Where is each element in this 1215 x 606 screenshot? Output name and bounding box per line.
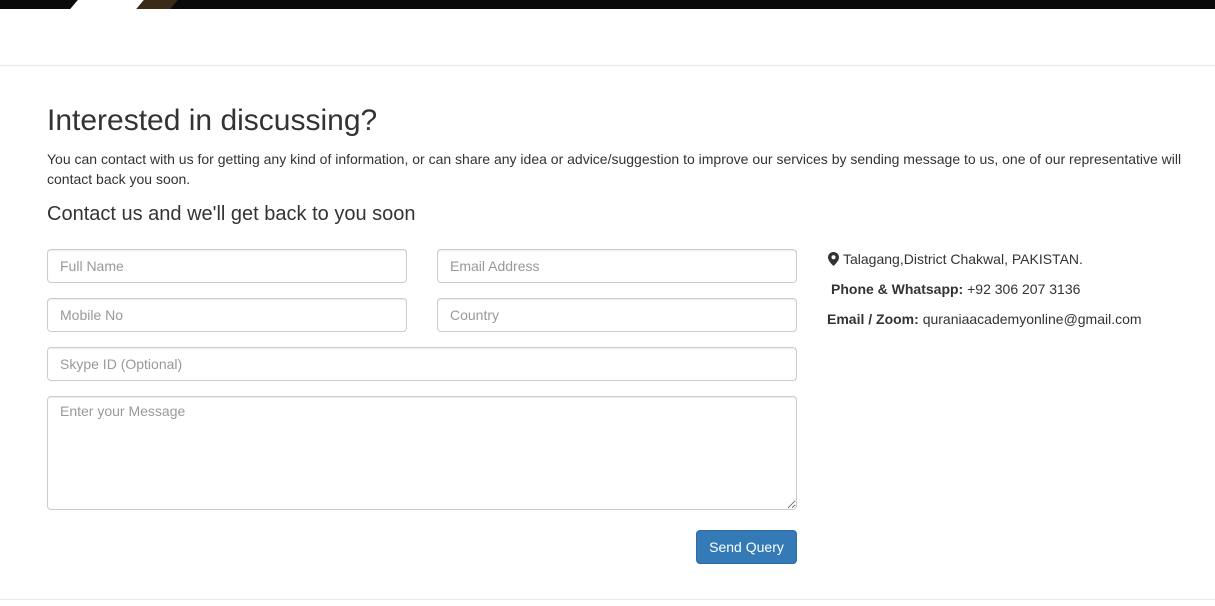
full-name-input[interactable]	[47, 249, 407, 283]
top-banner-strip	[0, 0, 1215, 9]
skype-id-input[interactable]	[47, 347, 797, 381]
header-area	[0, 9, 1215, 66]
contact-subheading: Contact us and we'll get back to you soo…	[47, 203, 416, 225]
mobile-number-input[interactable]	[47, 298, 407, 332]
phone-line: Phone & Whatsapp: +92 306 207 3136	[831, 279, 1080, 299]
send-query-button[interactable]: Send Query	[696, 530, 797, 564]
map-marker-icon	[828, 251, 839, 271]
email-label: Email / Zoom:	[827, 311, 919, 327]
country-input[interactable]	[437, 298, 797, 332]
message-textarea[interactable]	[47, 396, 797, 510]
email-value: quraniaacademyonline@gmail.com	[922, 311, 1142, 327]
address-line: Talagang,District Chakwal, PAKISTAN.	[828, 249, 1083, 271]
intro-text: You can contact with us for getting any …	[47, 151, 1182, 187]
footer-divider	[0, 599, 1215, 600]
phone-label: Phone & Whatsapp:	[831, 281, 964, 297]
page-heading: Interested in discussing?	[47, 104, 378, 137]
banner-slash-brown	[136, 0, 178, 9]
email-address-input[interactable]	[437, 249, 797, 283]
email-line: Email / Zoom: quraniaacademyonline@gmail…	[827, 309, 1142, 329]
phone-value: +92 306 207 3136	[967, 281, 1081, 297]
address-text: Talagang,District Chakwal, PAKISTAN.	[843, 251, 1083, 267]
